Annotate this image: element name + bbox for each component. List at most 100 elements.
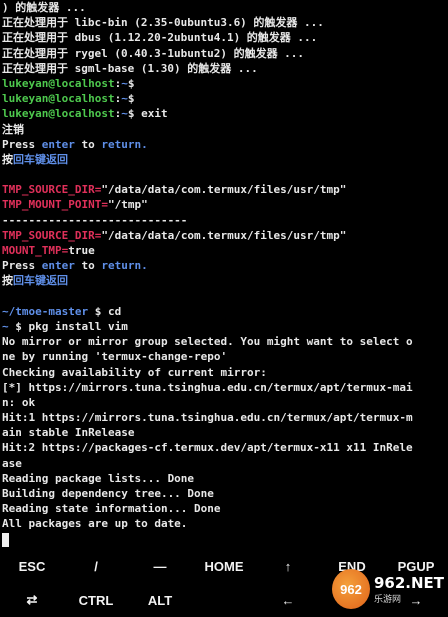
terminal-line: lukeyan@localhost:~$ (2, 76, 448, 91)
watermark-subtext: 乐游网 (373, 594, 401, 605)
home-key[interactable]: HOME (192, 549, 256, 583)
terminal-text-segment: 正在处理用于 dbus (1.12.20-2ubuntu4.1) 的触发器 ..… (2, 31, 318, 45)
terminal-cursor (2, 532, 9, 547)
terminal-text-segment: 按 (2, 152, 13, 166)
terminal-text-segment: [*] https://mirrors.tuna.tsinghua.edu.cn… (2, 380, 413, 394)
terminal-text-segment: enter (41, 259, 75, 273)
terminal-line: TMP_MOUNT_POINT="/tmp" (2, 197, 448, 212)
terminal-text-segment: 正在处理用于 rygel (0.40.3-1ubuntu2) 的触发器 ... (2, 46, 305, 60)
terminal-text-segment: Building dependency tree... Done (2, 487, 214, 500)
terminal-text-segment: Hit:1 https://mirrors.tuna.tsinghua.edu.… (2, 411, 413, 425)
terminal-line: Reading package lists... Done (2, 471, 448, 486)
terminal-line: n: ok (2, 395, 448, 410)
terminal-text-segment: ~/tmoe-master (2, 304, 89, 318)
terminal-line: No mirror or mirror group selected. You … (2, 334, 448, 349)
terminal-text-segment: TMP_MOUNT_POINT= (2, 198, 108, 212)
terminal-text-segment: n: ok (2, 395, 36, 409)
terminal-text-segment: $ (127, 92, 135, 106)
terminal-text-segment: 回车键返回 (13, 152, 68, 166)
terminal-line: Press enter to return. (2, 258, 448, 273)
terminal-line: lukeyan@localhost:~$ exit (2, 106, 448, 121)
tab-key[interactable]: ⇄ (0, 583, 64, 617)
terminal-line: TMP_SOURCE_DIR="/data/data/com.termux/fi… (2, 228, 448, 243)
terminal-text-segment: ~ (121, 76, 128, 90)
terminal-text-segment: lukeyan@localhost (2, 76, 115, 90)
terminal-text-segment: 正在处理用于 sgml-base (1.30) 的触发器 ... (2, 61, 258, 75)
terminal-output[interactable]: ) 的触发器 ... 正在处理用于 libc-bin (2.35-0ubuntu3… (0, 0, 448, 548)
terminal-text-segment: TMP_SOURCE_DIR= (2, 228, 102, 242)
terminal-text-segment: $ (127, 76, 135, 90)
dash-key[interactable]: — (128, 549, 192, 583)
terminal-text-segment: return. (101, 259, 148, 273)
terminal-text-segment: MOUNT_TMP= (2, 244, 69, 257)
terminal-text-segment: ain stable InRelease (2, 426, 135, 440)
terminal-line: 正在处理用于 sgml-base (1.30) 的触发器 ... (2, 61, 448, 76)
terminal-line: ase (2, 456, 448, 471)
terminal-text-segment: ) 的触发器 ... (2, 1, 86, 14)
watermark: 962 962.NET 乐游网 (332, 564, 444, 614)
terminal-line: All packages are up to date. (2, 516, 448, 531)
ctrl-key[interactable]: CTRL (64, 583, 128, 617)
terminal-line: Hit:1 https://mirrors.tuna.tsinghua.edu.… (2, 410, 448, 425)
terminal-line: 正在处理用于 libc-bin (2.35-0ubuntu3.6) 的触发器 .… (2, 15, 448, 30)
terminal-text-segment: $ cd (88, 304, 122, 318)
arrow-up-key[interactable]: ↑ (256, 549, 320, 583)
terminal-text-segment: Hit:2 https://packages-cf.termux.dev/apt… (2, 441, 413, 455)
terminal-text-segment: ~ (2, 319, 9, 333)
terminal-line: ~ $ pkg install vim (2, 319, 448, 334)
terminal-line: 按回车键返回 (2, 273, 448, 288)
terminal-text-segment: Reading state information... Done (2, 502, 221, 516)
terminal-text-segment: ase (2, 456, 22, 470)
terminal-text-segment: "/tmp" (107, 198, 148, 212)
terminal-line: ~/tmoe-master $ cd (2, 304, 448, 319)
terminal-line: TMP_SOURCE_DIR="/data/data/com.termux/fi… (2, 182, 448, 197)
terminal-text-segment: enter (41, 137, 75, 151)
terminal-text-segment: $ exit (127, 107, 168, 121)
terminal-line: 注销 (2, 122, 448, 137)
terminal-line: Press enter to return. (2, 137, 448, 152)
terminal-text-segment: ---------------------------- (2, 213, 188, 227)
terminal-line: 正在处理用于 dbus (1.12.20-2ubuntu4.1) 的触发器 ..… (2, 30, 448, 45)
terminal-text-segment: Checking availability of current mirror: (2, 365, 267, 379)
esc-key[interactable]: ESC (0, 549, 64, 583)
terminal-line: MOUNT_TMP=true (2, 243, 448, 258)
terminal-text-segment: $ pkg install vim (8, 319, 128, 333)
terminal-line: ) 的触发器 ... (2, 0, 448, 15)
watermark-logo-icon: 962 (332, 569, 370, 609)
terminal-text-segment: ~ (121, 92, 128, 106)
terminal-line: ---------------------------- (2, 213, 448, 228)
terminal-text-segment: TMP_SOURCE_DIR= (2, 183, 102, 197)
terminal-text-segment: 按 (2, 274, 13, 288)
terminal-text-segment: "/data/data/com.termux/files/usr/tmp" (101, 183, 347, 197)
alt-key[interactable]: ALT (128, 583, 192, 617)
terminal-text-segment: 注销 (2, 122, 24, 136)
terminal-line: [*] https://mirrors.tuna.tsinghua.edu.cn… (2, 380, 448, 395)
terminal-text-segment: Reading package lists... Done (2, 471, 195, 485)
terminal-text-segment: Press (2, 137, 42, 151)
terminal-text-segment: All packages are up to date. (2, 517, 188, 531)
terminal-line: ain stable InRelease (2, 425, 448, 440)
terminal-text-segment: No mirror or mirror group selected. You … (2, 335, 413, 349)
terminal-text-segment: ne by running 'termux-change-repo' (2, 350, 228, 364)
slash-key[interactable]: / (64, 549, 128, 583)
terminal-text-segment: Press (2, 259, 42, 273)
terminal-text-segment: 回车键返回 (13, 274, 68, 288)
terminal-line: 按回车键返回 (2, 152, 448, 167)
arrow-left-key[interactable]: ← (256, 583, 320, 617)
terminal-line: Hit:2 https://packages-cf.termux.dev/apt… (2, 440, 448, 455)
terminal-line: lukeyan@localhost:~$ (2, 91, 448, 106)
watermark-text: 962.NET (373, 573, 444, 592)
terminal-text-segment: to (74, 259, 102, 273)
terminal-text-segment: lukeyan@localhost (2, 92, 115, 106)
terminal-line: 正在处理用于 rygel (0.40.3-1ubuntu2) 的触发器 ... (2, 46, 448, 61)
terminal-line: Reading state information... Done (2, 501, 448, 516)
extra-keys-bar: ESC/—HOME↑ENDPGUP ⇄CTRLALT←↓→ 962 962.NE… (0, 548, 448, 616)
terminal-text-segment: true (68, 244, 95, 257)
terminal-text-segment: 正在处理用于 libc-bin (2.35-0ubuntu3.6) 的触发器 .… (2, 16, 324, 30)
function-key[interactable] (192, 583, 256, 617)
terminal-cursor-line (2, 532, 448, 547)
terminal-line: ne by running 'termux-change-repo' (2, 349, 448, 364)
terminal-text-segment: lukeyan@localhost (2, 107, 115, 121)
